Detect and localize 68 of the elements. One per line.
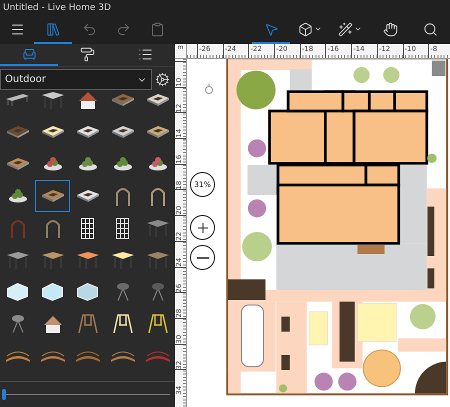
grill-icon [116, 283, 128, 301]
bridge-icon [40, 350, 64, 362]
canopy-icon [42, 92, 64, 108]
bridge-icon [146, 350, 170, 362]
bench-icon [6, 94, 29, 106]
arch-icon [10, 218, 24, 238]
garden-bed-icon [76, 126, 98, 138]
arch-icon [150, 186, 164, 206]
lamp-icon [204, 83, 214, 95]
search-icon [422, 22, 438, 36]
garden-bed-icon [42, 190, 64, 202]
planter-icon [78, 157, 96, 171]
clipboard-icon [150, 22, 164, 36]
greenhouse-icon [42, 283, 63, 301]
grill-icon [152, 283, 164, 301]
trellis-icon [116, 218, 129, 238]
garden-bed-icon [146, 126, 168, 138]
wand-icon [338, 22, 353, 36]
slider-thumb[interactable] [2, 389, 6, 400]
bridge-icon [76, 350, 100, 362]
menu-icon [10, 22, 24, 36]
paint-roller-icon [80, 46, 95, 62]
arch-icon [116, 186, 130, 206]
minus-icon [196, 256, 208, 258]
garden-bed-icon [146, 94, 168, 106]
window-title: Untitled - Live Home 3D [3, 3, 111, 13]
zoom-out-button[interactable] [190, 245, 215, 270]
arch-icon [46, 218, 60, 238]
planter-icon [148, 157, 166, 171]
hand-icon [382, 22, 398, 36]
greenhouse-icon [7, 283, 28, 301]
cursor-icon [264, 22, 278, 36]
canopy-icon [42, 252, 64, 268]
garden-bed-icon [112, 126, 134, 138]
caret-icon [354, 25, 362, 33]
grill-icon [12, 315, 24, 333]
greenhouse-icon [77, 283, 98, 301]
swing-icon [148, 314, 168, 334]
redo-icon [116, 22, 130, 36]
zoom-in-button[interactable] [190, 215, 215, 240]
swing-icon [112, 314, 132, 334]
bridge-icon [6, 350, 30, 362]
canopy-icon [6, 252, 28, 268]
planter-icon [8, 189, 26, 203]
garden-bed-icon [42, 126, 64, 138]
canopy-icon [76, 252, 98, 268]
cube-icon [298, 22, 313, 36]
garden-bed-icon [76, 190, 98, 202]
trellis-icon [81, 218, 94, 238]
canopy-icon [146, 220, 168, 236]
doghouse-icon [78, 92, 96, 108]
canopy-icon [112, 252, 134, 268]
planter-icon [44, 157, 62, 171]
bridge-icon [110, 350, 134, 362]
swing-icon [78, 314, 98, 334]
settings-button[interactable] [155, 72, 170, 87]
undo-icon [82, 22, 96, 36]
garden-bed-icon [6, 126, 28, 138]
category-dropdown[interactable]: Outdoor [0, 69, 152, 90]
caret-icon [314, 25, 322, 33]
settings-icon [155, 72, 170, 87]
armchair-icon [22, 46, 37, 62]
garden-bed-icon [112, 94, 134, 106]
garden-bed-icon [6, 158, 28, 170]
doghouse-icon [44, 316, 62, 332]
planter-icon [114, 157, 132, 171]
books-icon [46, 22, 60, 36]
canopy-icon [146, 252, 168, 268]
